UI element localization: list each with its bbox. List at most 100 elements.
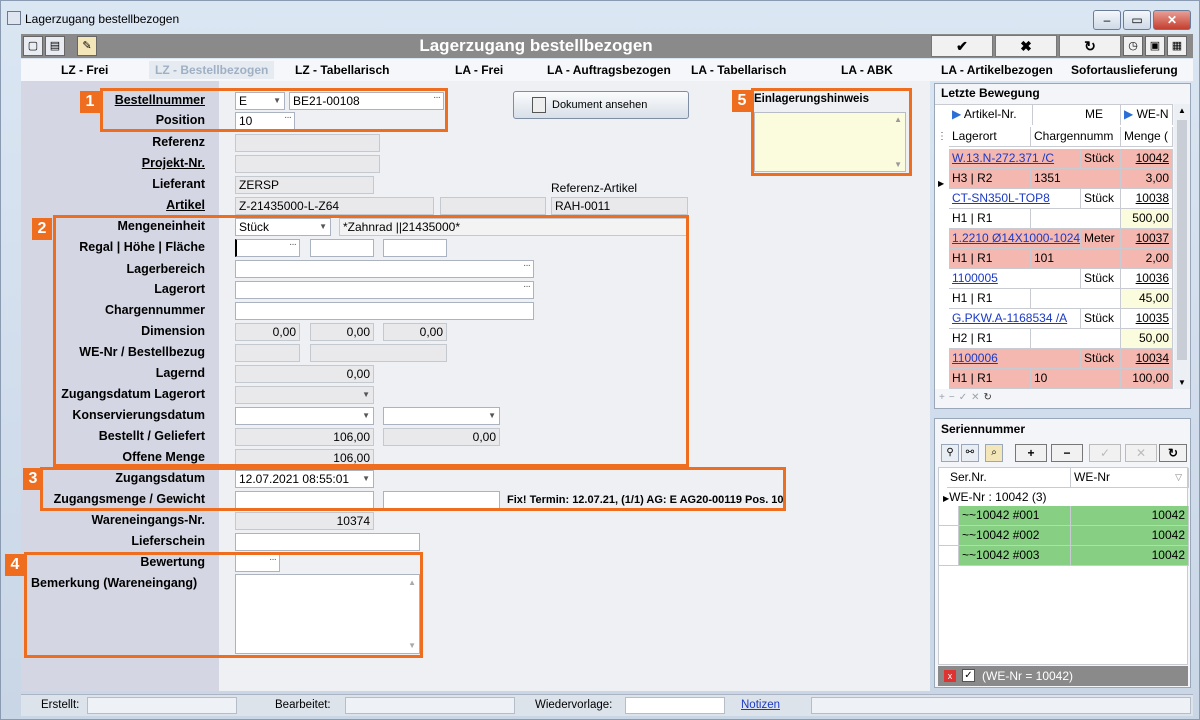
movement-row-lagerort[interactable]: H1 | R1 — [949, 369, 1031, 389]
artikel-link[interactable]: G.PKW.A-1168534 /A — [952, 311, 1067, 325]
wiedervorlage-field[interactable] — [625, 697, 725, 714]
movement-row-me[interactable]: Stück — [1081, 269, 1121, 289]
clear-filter-icon[interactable]: x — [944, 670, 956, 682]
movement-row-me[interactable]: Meter — [1081, 229, 1121, 249]
confirm-button[interactable]: ✔ — [931, 35, 993, 57]
movement-row-we[interactable]: 10036 — [1121, 269, 1173, 289]
column-header-lagerort[interactable]: Lagerort — [949, 127, 1031, 147]
tab-sofortauslieferung[interactable]: Sofortauslieferung — [1071, 63, 1178, 77]
tab-la-artikelbezogen[interactable]: LA - Artikelbezogen — [941, 63, 1053, 77]
column-header-charge[interactable]: Chargennumm — [1031, 127, 1121, 147]
movement-row-lagerort[interactable]: H1 | R1 — [949, 289, 1031, 309]
movement-row-we[interactable]: 10035 — [1121, 309, 1173, 329]
refresh-serial-button[interactable]: ↻ — [1159, 444, 1187, 462]
movement-row-lagerort[interactable]: H2 | R1 — [949, 329, 1031, 349]
serial-row-we-nr[interactable]: 10042 — [1071, 546, 1189, 566]
movement-row-we[interactable]: 10042 — [1121, 149, 1173, 169]
movement-row-we[interactable]: 10034 — [1121, 349, 1173, 369]
letzte-bewegung-scrollbar[interactable]: ▲ ▼ — [1174, 104, 1190, 389]
column-header-artikel[interactable]: ▶ Artikel-Nr. — [949, 105, 1033, 125]
movement-row-we[interactable]: 10038 — [1121, 189, 1173, 209]
serial-row-we-nr[interactable]: 10042 — [1071, 526, 1189, 546]
dokument-ansehen-button[interactable]: Dokument ansehen — [513, 91, 689, 119]
serial-row-sernr[interactable]: ~~10042 #003 — [959, 546, 1071, 566]
filter-enabled-checkbox[interactable]: ✓ — [962, 669, 975, 682]
tab-lz-frei[interactable]: LZ - Frei — [61, 63, 108, 77]
movement-row-charge[interactable] — [1031, 209, 1121, 229]
add-serial-button[interactable]: + — [1015, 444, 1047, 462]
cancel-button[interactable]: ✖ — [995, 35, 1057, 57]
movement-row-menge[interactable]: 500,00 — [1121, 209, 1173, 229]
wareneingangs-nr-field[interactable]: 10374 — [235, 512, 374, 530]
movement-row-menge[interactable]: 45,00 — [1121, 289, 1173, 309]
movement-row-me[interactable]: Stück — [1081, 149, 1121, 169]
notizen-link[interactable]: Notizen — [741, 699, 780, 711]
serial-row-sernr[interactable]: ~~10042 #002 — [959, 526, 1071, 546]
movement-row-charge[interactable] — [1031, 289, 1121, 309]
movement-row-charge[interactable]: 10 — [1031, 369, 1121, 389]
movement-row-artikel[interactable]: 1.2210 Ø14X1000-1024 — [949, 229, 1081, 249]
label-projekt[interactable]: Projekt-Nr. — [142, 156, 205, 170]
movement-row-we[interactable]: 10037 — [1121, 229, 1173, 249]
column-header-sernr[interactable]: Ser.Nr. — [947, 468, 1071, 488]
box-icon[interactable]: ▣ — [1145, 36, 1165, 56]
movement-row-artikel[interactable]: 1100006 — [949, 349, 1081, 369]
filter-icon[interactable]: ⚲ — [941, 444, 959, 462]
movement-row-lagerort[interactable]: H3 | R2 — [949, 169, 1031, 189]
movement-row-artikel[interactable]: 1100005 — [949, 269, 1081, 289]
add-record-icon[interactable]: + — [939, 392, 949, 403]
artikel-link[interactable]: 1100005 — [952, 271, 998, 285]
delete-record-icon[interactable]: − — [949, 392, 959, 403]
movement-row-me[interactable]: Stück — [1081, 309, 1121, 329]
group-row[interactable]: ▶WE-Nr : 10042 (3) — [939, 488, 1189, 506]
post-edit-icon[interactable]: ✓ — [959, 392, 971, 403]
movement-row-lagerort[interactable]: H1 | R1 — [949, 249, 1031, 269]
link-icon[interactable]: ⚯ — [961, 444, 979, 462]
lieferant-field[interactable]: ZERSP — [235, 176, 374, 194]
movement-row-artikel[interactable]: W.13.N-272.371 /C — [949, 149, 1081, 169]
refresh-icon[interactable]: ↻ — [983, 392, 995, 403]
tab-lz-bestellbezogen[interactable]: LZ - Bestellbezogen — [149, 61, 275, 79]
filter-dropdown-icon[interactable]: ▽ — [1175, 468, 1182, 487]
artikel-link[interactable]: 1100006 — [952, 351, 998, 365]
scroll-down-icon[interactable]: ▼ — [1178, 378, 1186, 387]
artikel-field[interactable]: Z-21435000-L-Z64 — [235, 197, 434, 215]
movement-row-charge[interactable]: 1351 — [1031, 169, 1121, 189]
tab-la-auftragsbezogen[interactable]: LA - Auftragsbezogen — [547, 63, 671, 77]
clock-icon[interactable]: ◷ — [1123, 36, 1143, 56]
artikel-link[interactable]: W.13.N-272.371 /C — [952, 151, 1054, 165]
movement-row-me[interactable]: Stück — [1081, 349, 1121, 369]
scroll-up-icon[interactable]: ▲ — [1178, 106, 1186, 115]
artikel-link[interactable]: CT-SN350L-TOP8 — [952, 191, 1050, 205]
serial-row-we-nr[interactable]: 10042 — [1071, 506, 1189, 526]
search-icon[interactable]: ⌕ — [985, 444, 1003, 462]
referenz-field[interactable] — [235, 134, 380, 152]
tab-la-frei[interactable]: LA - Frei — [455, 63, 503, 77]
cancel-edit-icon[interactable]: ✕ — [971, 392, 983, 403]
lieferschein-field[interactable] — [235, 533, 420, 551]
confirm-serial-button[interactable]: ✓ — [1089, 444, 1121, 462]
label-artikel[interactable]: Artikel — [166, 198, 205, 212]
close-window-button[interactable]: ✕ — [1153, 10, 1191, 30]
scroll-thumb[interactable] — [1177, 120, 1187, 360]
remove-serial-button[interactable]: − — [1051, 444, 1083, 462]
projekt-field[interactable] — [235, 155, 380, 173]
grid-menu-icon[interactable]: ⋮ — [937, 131, 947, 142]
serial-row-sernr[interactable]: ~~10042 #001 — [959, 506, 1071, 526]
movement-row-menge[interactable]: 50,00 — [1121, 329, 1173, 349]
tab-la-abk[interactable]: LA - ABK — [841, 63, 893, 77]
cancel-serial-button[interactable]: ✕ — [1125, 444, 1157, 462]
column-header-menge[interactable]: Menge ( — [1121, 127, 1173, 147]
maximize-button[interactable]: ▭ — [1123, 10, 1151, 30]
tab-lz-tabellarisch[interactable]: LZ - Tabellarisch — [295, 63, 389, 77]
artikel-link[interactable]: 1.2210 Ø14X1000-1024 — [952, 231, 1080, 245]
column-header-we[interactable]: ▶ WE-N — [1121, 105, 1173, 125]
minimize-button[interactable]: – — [1093, 10, 1121, 30]
movement-row-artikel[interactable]: G.PKW.A-1168534 /A — [949, 309, 1081, 329]
movement-row-menge[interactable]: 2,00 — [1121, 249, 1173, 269]
column-header-we-nr[interactable]: WE-Nr ▽ — [1071, 468, 1189, 488]
refresh-button[interactable]: ↻ — [1059, 35, 1121, 57]
column-header-me[interactable]: ME — [1081, 105, 1121, 125]
movement-row-me[interactable]: Stück — [1081, 189, 1121, 209]
referenz-artikel-field[interactable]: RAH-0011 — [551, 197, 688, 215]
